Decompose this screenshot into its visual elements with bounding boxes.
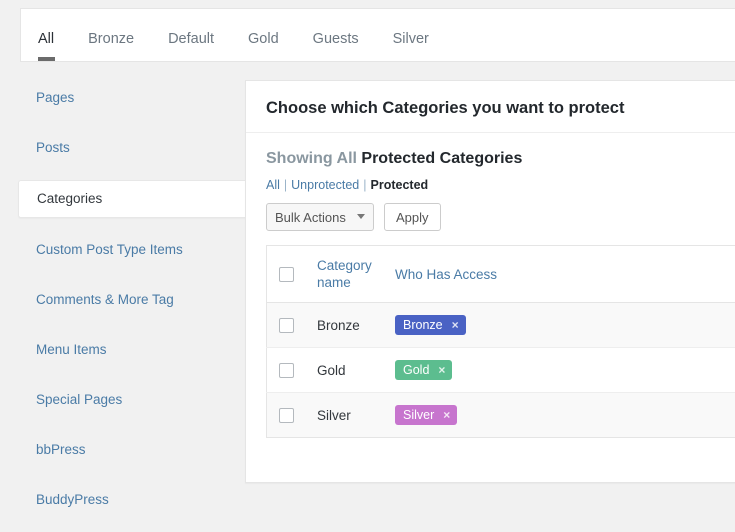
categories-table: Category name Who Has Access BronzeBronz… [266,245,735,438]
tab-label: Default [168,31,214,47]
table-body: Bronze Bronze × Gold Gold × Silver Silver × [267,303,735,438]
category-name-cell: Bronze [317,303,395,348]
row-checkbox[interactable] [279,408,294,423]
sidebar-item-posts[interactable]: Posts [0,130,245,166]
column-header-who-has-access[interactable]: Who Has Access [395,246,735,303]
showing-suffix: Protected Categories [361,150,522,167]
table-header-row: Category name Who Has Access [267,246,735,303]
filter-link-unprotected[interactable]: Unprotected [291,178,359,192]
who-has-access-cell: Bronze × [395,303,735,348]
sidebar-item-label: Posts [36,140,70,155]
filter-separator: | [359,178,370,192]
sidebar-item-menu-items[interactable]: Menu Items [0,332,245,368]
tab-silver[interactable]: Silver [376,9,446,61]
sidebar-item-label: Custom Post Type Items [36,242,183,257]
apply-button[interactable]: Apply [384,203,441,231]
active-tab-indicator [38,57,55,61]
showing-prefix: Showing All [266,150,357,167]
tab-bronze[interactable]: Bronze [71,9,151,61]
row-checkbox[interactable] [279,318,294,333]
tab-label: Bronze [88,31,134,47]
page-title: Choose which Categories you want to prot… [246,81,735,133]
bulk-actions-select[interactable]: Bulk Actions [266,203,374,231]
tab-guests[interactable]: Guests [296,9,376,61]
sidebar-item-comments-more-tag[interactable]: Comments & More Tag [0,282,245,318]
table-head: Category name Who Has Access [267,246,735,303]
who-has-access-cell: Gold × [395,348,735,393]
select-all-checkbox[interactable] [279,267,294,282]
showing-heading: Showing All Protected Categories [246,133,735,168]
row-checkbox[interactable] [279,363,294,378]
row-select-cell [267,348,318,393]
sidebar-item-label: BuddyPress [36,492,109,507]
top-tab-bar: All Bronze Default Gold Guests Silver [20,8,735,62]
sidebar-item-label: Special Pages [36,392,122,407]
remove-tag-icon[interactable]: × [443,408,450,422]
row-select-cell [267,393,318,438]
filter-link-all[interactable]: All [266,178,280,192]
tab-default[interactable]: Default [151,9,231,61]
remove-tag-icon[interactable]: × [452,318,459,332]
filter-link-list: All|Unprotected|Protected [246,168,735,192]
tab-label: Gold [248,31,279,47]
tab-all[interactable]: All [21,9,71,61]
filter-link-protected[interactable]: Protected [371,178,429,192]
sidebar-item-label: Categories [37,191,102,206]
sidebar-nav: Pages Posts Categories Custom Post Type Ite… [0,80,245,532]
sidebar-item-special-pages[interactable]: Special Pages [0,382,245,418]
table-row: Bronze Bronze × [267,303,735,348]
tab-label: Guests [313,31,359,47]
sidebar-item-buddypress[interactable]: BuddyPress [0,482,245,518]
bulk-actions-select-wrap: Bulk Actions [266,203,374,231]
access-tag: Bronze × [395,315,466,335]
sidebar-item-categories[interactable]: Categories [18,180,258,218]
bulk-actions-row: Bulk Actions Apply [246,192,735,231]
access-tag: Gold × [395,360,452,380]
sidebar-item-bbpress[interactable]: bbPress [0,432,245,468]
column-header-category-name[interactable]: Category name [317,246,395,303]
tab-label: All [38,31,54,47]
remove-tag-icon[interactable]: × [438,363,445,377]
access-tag-label: Gold [403,363,429,377]
select-all-header [267,246,318,303]
tab-gold[interactable]: Gold [231,9,296,61]
table-row: Gold Gold × [267,348,735,393]
sidebar-item-label: Pages [36,90,74,105]
sidebar-item-custom-post-type-items[interactable]: Custom Post Type Items [0,232,245,268]
access-tag: Silver × [395,405,457,425]
filter-separator: | [280,178,291,192]
tab-label: Silver [393,31,429,47]
category-name-cell: Silver [317,393,395,438]
table-row: Silver Silver × [267,393,735,438]
content-panel: Choose which Categories you want to prot… [245,80,735,483]
who-has-access-cell: Silver × [395,393,735,438]
sidebar-item-label: bbPress [36,442,86,457]
access-tag-label: Silver [403,408,434,422]
category-name-cell: Gold [317,348,395,393]
sidebar-item-pages[interactable]: Pages [0,80,245,116]
sidebar-item-label: Menu Items [36,342,107,357]
row-select-cell [267,303,318,348]
top-tab-list: All Bronze Default Gold Guests Silver [21,9,735,61]
sidebar-item-label: Comments & More Tag [36,292,174,307]
access-tag-label: Bronze [403,318,443,332]
